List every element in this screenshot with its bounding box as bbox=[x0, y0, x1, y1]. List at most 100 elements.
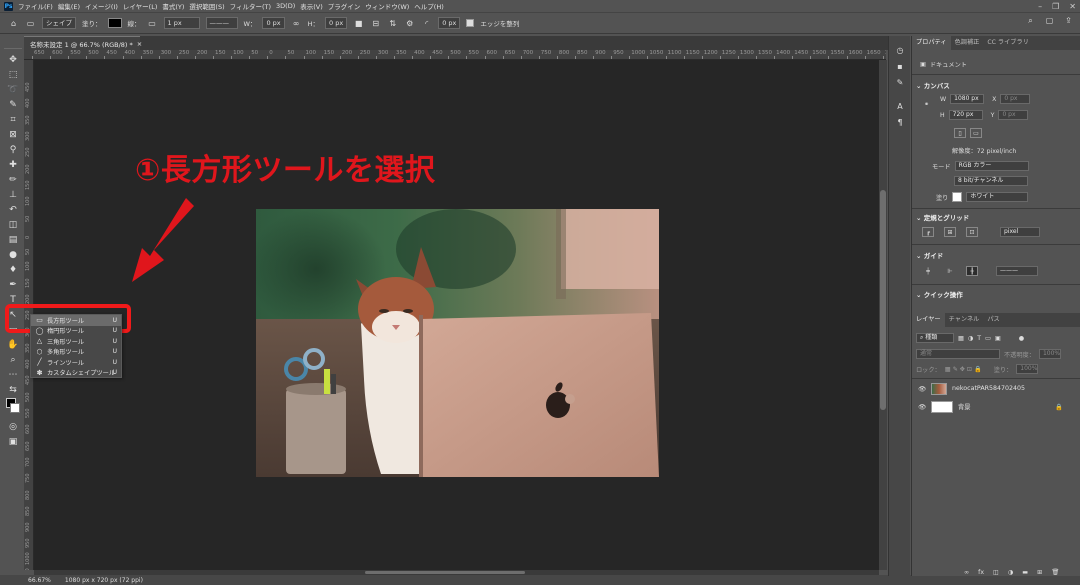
healing-tool-icon[interactable]: ✚ bbox=[4, 157, 22, 172]
menu-select[interactable]: 選択範囲(S) bbox=[189, 1, 224, 11]
portrait-icon[interactable]: ▯ bbox=[954, 128, 966, 138]
history-brush-icon[interactable]: ↶ bbox=[4, 202, 22, 217]
guide-style-select[interactable]: ——— bbox=[996, 266, 1038, 276]
canvas-x-field[interactable]: 0 px bbox=[1000, 94, 1031, 104]
smart-guides-icon[interactable]: ╂ bbox=[966, 266, 978, 276]
tool-mode-select[interactable]: シェイプ bbox=[42, 17, 76, 29]
pen-tool-icon[interactable]: ✒ bbox=[4, 277, 22, 292]
corner-radius-field[interactable]: 0 px bbox=[438, 17, 461, 29]
filter-shape-icon[interactable]: ▭ bbox=[985, 335, 991, 342]
guide-layout-icon[interactable]: ╪ bbox=[922, 266, 934, 276]
move-tool-icon[interactable]: ✥ bbox=[4, 52, 22, 67]
stroke-width-field[interactable]: 1 px bbox=[163, 17, 200, 29]
menu-filter[interactable]: フィルター(T) bbox=[230, 1, 271, 11]
canvas-height-field[interactable]: 720 px bbox=[948, 110, 983, 120]
new-group-icon[interactable]: ▬ bbox=[1022, 569, 1028, 576]
stroke-swatch-icon[interactable]: ▭ bbox=[147, 18, 158, 29]
lock-icons[interactable]: ▦ ✎ ✥ ⊡ 🔒 bbox=[945, 365, 982, 373]
swap-colors-icon[interactable]: ⇆ bbox=[4, 382, 22, 397]
frame-tool-icon[interactable]: ⊠ bbox=[4, 127, 22, 142]
zoom-tool-icon[interactable]: ⌕ bbox=[4, 352, 22, 367]
screen-mode-icon[interactable]: ▣ bbox=[4, 434, 22, 449]
menu-image[interactable]: イメージ(I) bbox=[85, 1, 118, 11]
brush-tool-icon[interactable]: ✏ bbox=[4, 172, 22, 187]
canvas-width-field[interactable]: 1080 px bbox=[950, 94, 985, 104]
menu-plugins[interactable]: プラグイン bbox=[328, 1, 361, 11]
layer-name[interactable]: nekocatPAR584702405 bbox=[952, 385, 1025, 392]
guides-section-header[interactable]: ⌄ ガイド bbox=[916, 250, 943, 260]
eye-icon[interactable]: 👁 bbox=[918, 403, 926, 411]
align-edges-checkbox[interactable] bbox=[466, 19, 475, 27]
rectangle-tool-preset-icon[interactable]: ▭ bbox=[25, 18, 36, 29]
link-icon[interactable]: ∞ bbox=[291, 18, 302, 29]
rulers-grid-section-header[interactable]: ⌄ 定規とグリッド bbox=[916, 212, 969, 222]
tab-adjustments[interactable]: 色調補正 bbox=[951, 36, 984, 50]
vertical-scroll-thumb[interactable] bbox=[880, 190, 886, 410]
tab-channels[interactable]: チャンネル bbox=[945, 313, 984, 327]
eraser-tool-icon[interactable]: ◫ bbox=[4, 217, 22, 232]
link-dimensions-icon[interactable]: ⚭ bbox=[924, 101, 929, 108]
share-icon[interactable]: ⇪ bbox=[1063, 15, 1074, 26]
marquee-tool-icon[interactable]: ⬚ bbox=[4, 67, 22, 82]
quick-actions-section-header[interactable]: ⌄ クイック操作 bbox=[916, 289, 963, 299]
quick-mask-icon[interactable]: ◎ bbox=[4, 419, 22, 434]
ruler-toggle-icon[interactable]: ┏ bbox=[922, 227, 934, 237]
guide-lock-icon[interactable]: ⊩ bbox=[944, 266, 956, 276]
search-icon[interactable]: ⌕ bbox=[1025, 15, 1036, 26]
ruler-unit-select[interactable]: pixel bbox=[1000, 227, 1040, 237]
height-field[interactable]: 0 px bbox=[325, 17, 348, 29]
blur-tool-icon[interactable]: ● bbox=[4, 247, 22, 262]
background-color-swatch[interactable] bbox=[10, 403, 20, 413]
fill-color-swatch[interactable] bbox=[952, 192, 963, 202]
gradient-tool-icon[interactable]: ▤ bbox=[4, 232, 22, 247]
close-icon[interactable]: ✕ bbox=[1069, 2, 1076, 11]
document-size-info[interactable]: 1080 px x 720 px (72 ppi) bbox=[65, 577, 143, 584]
layer-row-background[interactable]: 👁 背景 🔒 bbox=[912, 398, 1080, 415]
stroke-style-select[interactable]: ——— bbox=[205, 17, 238, 29]
filter-type-icon[interactable]: T bbox=[977, 335, 981, 342]
eye-icon[interactable]: 👁 bbox=[918, 385, 926, 393]
more-tools-icon[interactable]: ⋯ bbox=[4, 367, 22, 382]
width-field[interactable]: 0 px bbox=[262, 17, 285, 29]
flyout-item-ellipse[interactable]: ◯ 楕円形ツール U bbox=[31, 326, 121, 337]
lasso-tool-icon[interactable]: ➰ bbox=[4, 82, 22, 97]
comments-panel-icon[interactable]: ▪ bbox=[889, 58, 911, 74]
pixel-grid-icon[interactable]: ⊡ bbox=[966, 227, 978, 237]
layer-name[interactable]: 背景 bbox=[958, 402, 971, 411]
fill-select[interactable]: ホワイト bbox=[966, 192, 1029, 202]
landscape-icon[interactable]: ▭ bbox=[970, 128, 982, 138]
flyout-item-rectangle[interactable]: ▭ 長方形ツール U bbox=[31, 315, 121, 326]
menu-window[interactable]: ウィンドウ(W) bbox=[365, 1, 409, 11]
toolbar-grip[interactable] bbox=[4, 40, 22, 49]
layer-fill-field[interactable]: 100% bbox=[1016, 364, 1039, 374]
bit-depth-select[interactable]: 8 bit/チャンネル bbox=[954, 176, 1028, 186]
home-icon[interactable]: ⌂ bbox=[8, 18, 19, 29]
canvas-section-header[interactable]: ⌄ カンバス bbox=[916, 80, 950, 90]
canvas-y-field[interactable]: 0 px bbox=[998, 110, 1029, 120]
document-tab[interactable]: 名称未設定 1 @ 66.7% (RGB/8) * × bbox=[24, 36, 142, 50]
menu-view[interactable]: 表示(V) bbox=[300, 1, 323, 11]
flyout-item-polygon[interactable]: ⬡ 多角形ツール U bbox=[31, 347, 121, 358]
flyout-item-triangle[interactable]: △ 三角形ツール U bbox=[31, 336, 121, 347]
eyedropper-tool-icon[interactable]: ⚲ bbox=[4, 142, 22, 157]
menu-layer[interactable]: レイヤー(L) bbox=[123, 1, 158, 11]
tab-layers[interactable]: レイヤー bbox=[912, 313, 945, 327]
new-layer-icon[interactable]: ⊞ bbox=[1037, 569, 1042, 576]
layer-kind-select[interactable]: ⌕ 種類 bbox=[916, 333, 954, 343]
settings-gear-icon[interactable]: ⚙ bbox=[404, 18, 415, 29]
paragraph-panel-icon[interactable]: ¶ bbox=[889, 114, 911, 130]
menu-file[interactable]: ファイル(F) bbox=[18, 1, 53, 11]
dodge-tool-icon[interactable]: ♦ bbox=[4, 262, 22, 277]
tab-cc-libraries[interactable]: CC ライブラリ bbox=[983, 36, 1033, 50]
layer-row-cat[interactable]: 👁 nekocatPAR584702405 bbox=[912, 380, 1080, 397]
minimize-icon[interactable]: – bbox=[1038, 2, 1042, 11]
character-panel-icon[interactable]: A bbox=[889, 98, 911, 114]
path-alignment-icon[interactable]: ⊟ bbox=[370, 18, 381, 29]
trash-icon[interactable]: 🗑 bbox=[1051, 568, 1059, 576]
maximize-icon[interactable]: ❐ bbox=[1052, 2, 1059, 11]
flyout-item-custom-shape[interactable]: ✽ カスタムシェイプツール U bbox=[31, 368, 121, 379]
grid-toggle-icon[interactable]: ⊞ bbox=[944, 227, 956, 237]
filter-smart-icon[interactable]: ▣ bbox=[995, 335, 1001, 342]
tab-paths[interactable]: パス bbox=[983, 313, 1003, 327]
history-panel-icon[interactable]: ◷ bbox=[889, 42, 911, 58]
